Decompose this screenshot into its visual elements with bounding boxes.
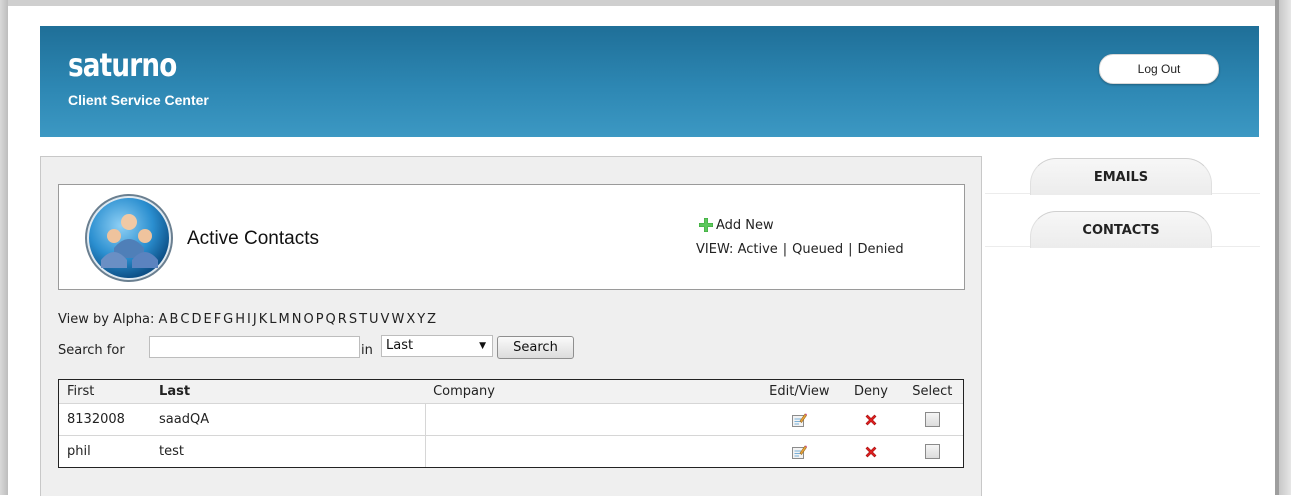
add-new-link[interactable]: Add New (698, 217, 774, 233)
column-header-edit-view: Edit/View (758, 380, 841, 403)
alpha-link-m[interactable]: M (279, 312, 290, 327)
alpha-link-z[interactable]: Z (427, 312, 436, 327)
search-input[interactable] (149, 336, 360, 358)
separator: | (848, 242, 853, 257)
window-frame-top (0, 0, 1291, 6)
search-field-selected: Last (386, 338, 414, 353)
alpha-link-x[interactable]: X (406, 312, 415, 327)
alpha-link-b[interactable]: B (169, 312, 178, 327)
deny-x-icon[interactable] (864, 445, 878, 459)
alpha-link-y[interactable]: Y (417, 312, 425, 327)
alpha-link-l[interactable]: L (269, 312, 276, 327)
cell-select (901, 435, 963, 467)
alpha-link-c[interactable]: C (180, 312, 189, 327)
view-filter: VIEW: Active | Queued | Denied (696, 242, 904, 257)
search-field-select[interactable]: Last ▼ (381, 335, 493, 357)
alpha-link-g[interactable]: G (223, 312, 233, 327)
view-queued-link[interactable]: Queued (792, 242, 843, 257)
cell-first: phil (59, 435, 152, 467)
window-frame-right (1275, 0, 1291, 495)
view-denied-link[interactable]: Denied (858, 242, 904, 257)
cell-select (901, 403, 963, 435)
page-title: Active Contacts (187, 228, 319, 249)
alpha-link-q[interactable]: Q (326, 312, 336, 327)
separator: | (782, 242, 788, 257)
cell-last: test (151, 435, 426, 467)
select-checkbox[interactable] (924, 444, 940, 459)
alpha-link-k[interactable]: K (259, 312, 268, 327)
table-row: 8132008 saadQA (59, 403, 963, 435)
cell-edit (758, 435, 841, 467)
window-frame-left (0, 0, 8, 495)
in-label: in (361, 343, 373, 358)
search-button[interactable]: Search (497, 336, 574, 359)
alpha-link-p[interactable]: P (316, 312, 324, 327)
alpha-link-d[interactable]: D (191, 312, 201, 327)
logout-button[interactable]: Log Out (1099, 54, 1219, 84)
alpha-link-i[interactable]: I (247, 312, 251, 327)
alpha-link-w[interactable]: W (391, 312, 404, 327)
alpha-link-u[interactable]: U (369, 312, 379, 327)
contacts-group-icon (85, 194, 173, 282)
tab-contacts[interactable]: CONTACTS (1030, 211, 1212, 248)
column-header-deny: Deny (840, 380, 902, 403)
cell-deny (840, 435, 902, 467)
add-new-label: Add New (716, 217, 774, 233)
site-header: saturno Client Service Center Log Out (40, 26, 1259, 137)
edit-icon[interactable] (791, 444, 808, 460)
view-label: VIEW: (696, 242, 734, 257)
alpha-link-o[interactable]: O (303, 312, 313, 327)
deny-x-icon[interactable] (864, 413, 878, 427)
search-label: Search for (58, 343, 125, 358)
alpha-label: View by Alpha: (58, 312, 155, 327)
column-header-company[interactable]: Company (425, 380, 759, 403)
alpha-link-r[interactable]: R (338, 312, 347, 327)
alpha-link-n[interactable]: N (292, 312, 302, 327)
table-header-row: First Last Company Edit/View Deny Select (59, 380, 963, 403)
view-active-link[interactable]: Active (738, 242, 778, 257)
alpha-link-j[interactable]: J (253, 312, 257, 327)
logo[interactable]: saturno (68, 48, 177, 82)
plus-icon (699, 218, 713, 232)
alpha-link-h[interactable]: H (235, 312, 245, 327)
alpha-filter: View by Alpha: ABCDEFGHIJKLMNOPQRSTUVWXY… (58, 312, 438, 327)
contacts-header-box: Active Contacts Add New VIEW: Active | Que… (58, 184, 965, 290)
edit-icon[interactable] (791, 412, 808, 428)
alpha-link-f[interactable]: F (214, 312, 221, 327)
table-row: phil test (59, 435, 963, 467)
contacts-table: First Last Company Edit/View Deny Select… (58, 379, 964, 468)
select-checkbox[interactable] (924, 412, 940, 427)
cell-last: saadQA (151, 403, 426, 435)
logo-subtitle: Client Service Center (68, 92, 209, 108)
tab-emails[interactable]: EMAILS (1030, 158, 1212, 195)
alpha-link-t[interactable]: T (359, 312, 367, 327)
cell-company (425, 435, 759, 467)
cell-company (425, 403, 759, 435)
cell-deny (840, 403, 902, 435)
alpha-link-a[interactable]: A (159, 312, 168, 327)
chevron-down-icon: ▼ (479, 341, 486, 351)
cell-edit (758, 403, 841, 435)
alpha-link-s[interactable]: S (349, 312, 357, 327)
column-header-first[interactable]: First (59, 380, 152, 403)
content-panel: Active Contacts Add New VIEW: Active | Que… (40, 156, 982, 496)
column-header-last[interactable]: Last (151, 380, 426, 403)
alpha-link-e[interactable]: E (203, 312, 211, 327)
alpha-link-v[interactable]: V (381, 312, 390, 327)
column-header-select: Select (901, 380, 963, 403)
cell-first: 8132008 (59, 403, 152, 435)
